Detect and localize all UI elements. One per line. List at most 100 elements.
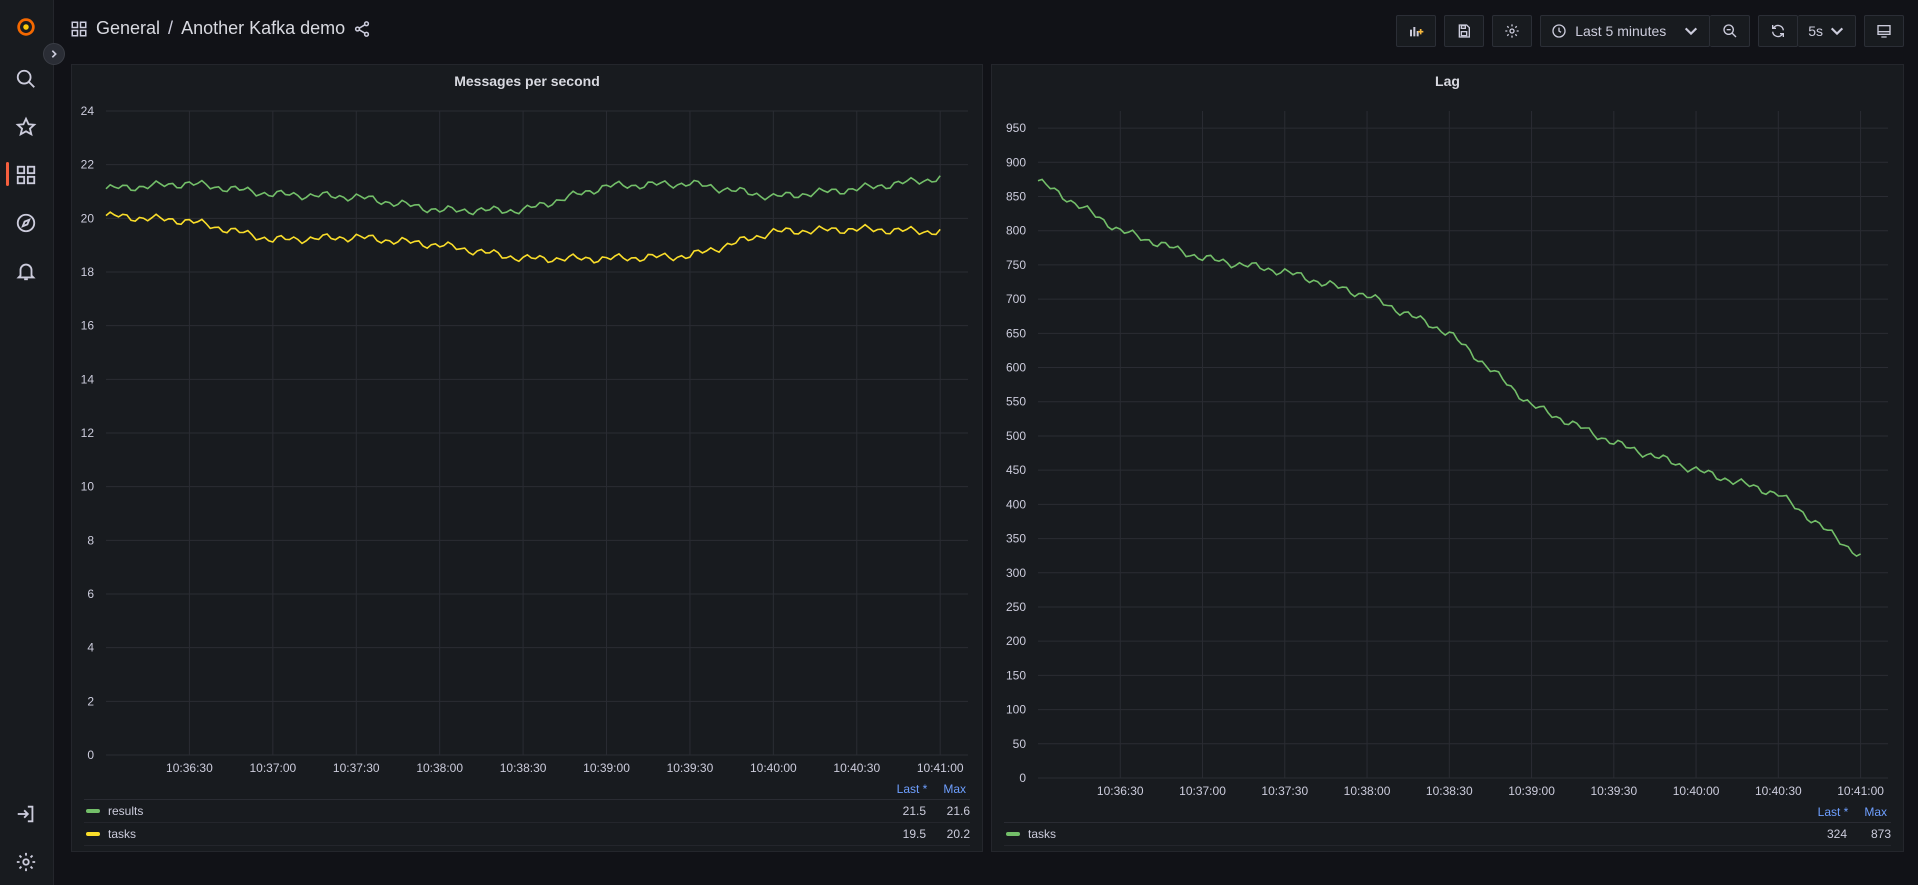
y-tick-label: 900 [1006, 155, 1026, 169]
dashboards-icon [71, 21, 87, 36]
legend-header-max[interactable]: Max [1864, 805, 1887, 819]
x-tick-label: 10:38:30 [500, 761, 547, 775]
dashboard-title[interactable]: Another Kafka demo [181, 18, 345, 39]
y-tick-label: 12 [81, 426, 95, 440]
breadcrumb-separator: / [168, 18, 174, 38]
y-tick-label: 8 [87, 533, 94, 547]
y-tick-label: 850 [1006, 190, 1026, 204]
dashboard-settings-button[interactable] [1492, 15, 1533, 47]
x-tick-label: 10:37:30 [333, 761, 380, 775]
breadcrumb-folder[interactable]: General [96, 18, 160, 39]
legend-max-value: 21.6 [946, 804, 970, 818]
time-range-label: Last 5 minutes [1575, 23, 1667, 39]
sign-in-icon[interactable] [13, 801, 39, 827]
gear-icon[interactable] [13, 849, 39, 875]
y-tick-label: 750 [1006, 258, 1026, 272]
legend-header-max[interactable]: Max [943, 782, 966, 796]
y-tick-label: 600 [1006, 361, 1026, 375]
x-tick-label: 10:38:00 [416, 761, 463, 775]
share-icon[interactable] [353, 20, 371, 38]
add-panel-icon [1410, 27, 1424, 37]
legend-last-value: 324 [1826, 827, 1847, 841]
y-tick-label: 300 [1006, 566, 1026, 580]
legend-header-last[interactable]: Last * [1818, 805, 1849, 819]
y-tick-label: 100 [1006, 703, 1026, 717]
search-icon[interactable] [13, 66, 39, 92]
y-tick-label: 550 [1006, 395, 1026, 409]
refresh-interval-label: 5s [1808, 23, 1823, 39]
y-tick-label: 18 [81, 265, 95, 279]
y-tick-label: 500 [1006, 429, 1026, 443]
legend-max-value: 20.2 [946, 827, 970, 841]
x-tick-label: 10:39:30 [667, 761, 714, 775]
y-tick-label: 24 [81, 104, 95, 118]
x-tick-label: 10:39:30 [1590, 784, 1637, 798]
legend-header-last[interactable]: Last * [897, 782, 928, 796]
x-tick-label: 10:36:30 [1097, 784, 1144, 798]
panel-messages-per-second[interactable]: Messages per second 0 2 4 6 8 10 12 14 16 18 20 22 2… [71, 64, 983, 852]
explore-icon[interactable] [13, 210, 39, 236]
lag-chart[interactable]: 0 50 100 150 200 250 300 350 400 450 500 550 600 650 7… [992, 65, 1905, 805]
tv-mode-button[interactable] [1864, 15, 1904, 47]
tv-mode-icon [1877, 25, 1891, 38]
y-tick-label: 0 [1019, 771, 1026, 785]
grafana-logo-icon[interactable] [13, 14, 39, 40]
alert-bell-icon[interactable] [13, 258, 39, 284]
zoom-out-button[interactable] [1710, 15, 1751, 47]
series-swatch [1006, 832, 1020, 836]
legend: Last * Max tasks 324 873 [1004, 802, 1891, 846]
save-icon [1458, 24, 1471, 38]
x-tick-label: 10:40:00 [1673, 784, 1720, 798]
expand-sidebar-button[interactable] [43, 43, 65, 65]
y-tick-label: 200 [1006, 634, 1026, 648]
breadcrumb: General / Another Kafka demo [70, 18, 371, 39]
y-tick-label: 700 [1006, 292, 1026, 306]
chevron-down-icon [1685, 27, 1698, 36]
legend-item-tasks[interactable]: tasks 324 873 [1004, 823, 1891, 846]
x-tick-label: 10:41:00 [1837, 784, 1884, 798]
y-tick-label: 800 [1006, 224, 1026, 238]
x-tick-label: 10:40:30 [1755, 784, 1802, 798]
refresh-interval-picker[interactable]: 5s [1798, 15, 1856, 47]
legend-series-name: results [108, 804, 144, 818]
legend-max-value: 873 [1870, 827, 1891, 841]
add-panel-button[interactable] [1396, 15, 1437, 47]
x-tick-label: 10:39:00 [1508, 784, 1555, 798]
y-tick-label: 400 [1006, 497, 1026, 511]
dashboards-icon[interactable] [13, 162, 39, 188]
y-tick-label: 250 [1006, 600, 1026, 614]
settings-icon [1505, 24, 1519, 38]
legend-item-results[interactable]: results 21.5 21.6 [84, 800, 970, 823]
x-tick-label: 10:39:00 [583, 761, 630, 775]
legend: Last * Max results 21.5 21.6 tasks 19.5 … [84, 779, 970, 846]
legend-header: Last * Max [84, 779, 970, 800]
chevron-right-icon [51, 50, 57, 58]
x-tick-label: 10:37:30 [1261, 784, 1308, 798]
x-tick-label: 10:37:00 [249, 761, 296, 775]
top-navbar: General / Another Kafka demo Last 5 minu… [54, 0, 1918, 62]
legend-series-name: tasks [1028, 827, 1057, 841]
messages-per-second-chart[interactable]: 02468101214161820222410:36:30 10:37:00 10:… [72, 65, 984, 787]
time-picker-button[interactable]: Last 5 minutes [1540, 15, 1711, 47]
x-tick-label: 10:37:00 [1179, 784, 1226, 798]
toolbar: Last 5 minutes 5s [1396, 15, 1904, 47]
clock-icon [1552, 24, 1566, 38]
legend-series-name: tasks [108, 827, 137, 841]
refresh-button[interactable] [1758, 15, 1799, 47]
y-tick-label: 6 [87, 587, 94, 601]
zoom-out-icon [1723, 24, 1737, 38]
y-tick-label: 950 [1006, 121, 1026, 135]
refresh-icon [1772, 24, 1785, 38]
active-indicator [6, 162, 9, 186]
time-controls: Last 5 minutes [1540, 15, 1751, 47]
series-swatch [86, 809, 100, 813]
legend-header: Last * Max [1004, 802, 1891, 823]
x-tick-label: 10:40:30 [833, 761, 880, 775]
legend-item-tasks[interactable]: tasks 19.5 20.2 [84, 823, 970, 846]
star-icon[interactable] [13, 114, 39, 140]
series-swatch [86, 832, 100, 836]
save-dashboard-button[interactable] [1444, 15, 1485, 47]
panel-lag[interactable]: Lag 0 50 100 150 200 250 300 350 400 450 500 550 600… [991, 64, 1904, 852]
x-tick-label: 10:38:30 [1426, 784, 1473, 798]
x-tick-label: 10:36:30 [166, 761, 213, 775]
